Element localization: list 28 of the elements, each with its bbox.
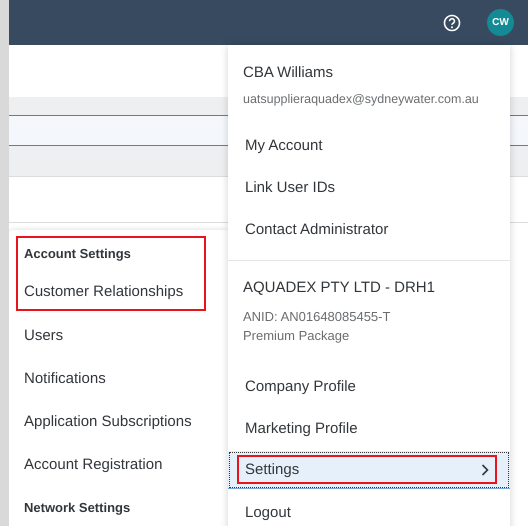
section-heading: Account Settings (23, 245, 132, 263)
menu-label: Company Profile (245, 378, 356, 394)
menu-item[interactable]: Customer Relationships (18, 272, 204, 309)
menu-item[interactable]: My Account (228, 124, 510, 166)
menu-label: My Account (245, 136, 323, 154)
menu-item[interactable]: Logout (228, 491, 510, 526)
user-email: uatsupplieraquadex@sydneywater.com.au (243, 92, 480, 106)
menu-item[interactable]: Contact Administrator (228, 208, 510, 250)
company-name: AQUADEX PTY LTD - DRH1 (243, 278, 436, 298)
menu-item[interactable]: Users (18, 314, 204, 357)
anid-text: ANID: AN01648085455-T (243, 308, 392, 326)
user-name: CBA Williams (243, 63, 334, 83)
menu-label: Link User IDs (245, 178, 336, 196)
menu-item[interactable]: Company Profile (228, 365, 510, 407)
menu-item[interactable]: Settings (228, 451, 510, 489)
user-avatar[interactable]: CW (487, 9, 514, 36)
menu-label: Settings (245, 461, 300, 478)
menu-label: Marketing Profile (245, 420, 358, 436)
menu-item[interactable]: Notifications (18, 357, 204, 400)
menu-item[interactable]: Marketing Profile (228, 407, 510, 449)
section-heading: Network Settings (23, 499, 132, 517)
menu-label: Logout (245, 504, 291, 520)
help-icon[interactable] (443, 14, 461, 32)
menu-item[interactable]: Application Subscriptions (18, 400, 204, 443)
menu-item[interactable]: Link User IDs (228, 166, 510, 208)
package-text: Premium Package (243, 327, 350, 345)
menu-item[interactable]: Account Registration (18, 443, 204, 486)
menu-label: Contact Administrator (245, 220, 388, 238)
